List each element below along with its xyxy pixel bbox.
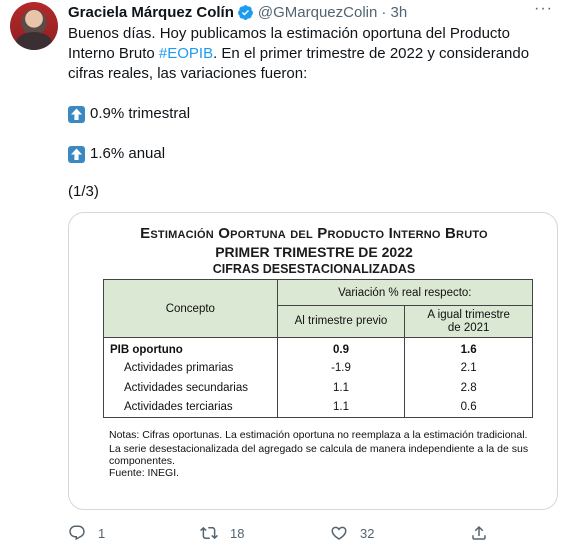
author-handle[interactable]: @GMarquezColin bbox=[258, 4, 377, 21]
table-row: Actividades terciarias 1.1 0.6 bbox=[103, 397, 533, 418]
row-trimestral: 1.1 bbox=[276, 377, 406, 398]
row-concepto: Actividades primarias bbox=[103, 357, 278, 378]
reply-icon bbox=[69, 525, 85, 541]
image-title: Estimación Oportuna del Producto Interno… bbox=[140, 225, 488, 242]
more-options-icon[interactable]: ··· bbox=[534, 0, 553, 18]
image-subtitle-series: CIFRAS DESESTACIONALIZADAS bbox=[212, 262, 416, 276]
table-row: Actividades secundarias 1.1 2.8 bbox=[103, 377, 533, 398]
header-igual-trimestre: A igual trimestre de 2021 bbox=[404, 305, 533, 338]
up-arrow-emoji-icon bbox=[68, 105, 85, 123]
retweet-count: 18 bbox=[230, 525, 245, 541]
tweet-line-quarterly-text: 0.9% trimestral bbox=[90, 105, 191, 122]
note-source: Fuente: INEGI. bbox=[109, 467, 180, 479]
reply-count: 1 bbox=[98, 525, 106, 541]
row-anual: 2.8 bbox=[404, 377, 533, 398]
tweet[interactable]: Graciela Márquez Colín @GMarquezColin · … bbox=[0, 0, 565, 552]
row-anual: 2.1 bbox=[404, 357, 533, 378]
header-igual-trimestre-line2: de 2021 bbox=[447, 321, 490, 334]
up-arrow-emoji-icon bbox=[68, 145, 85, 163]
verified-badge-icon bbox=[237, 4, 253, 20]
attached-image[interactable]: Estimación Oportuna del Producto Interno… bbox=[68, 212, 558, 510]
table-row: PIB oportuno 0.9 1.6 bbox=[103, 337, 533, 358]
tweet-timestamp[interactable]: · 3h bbox=[381, 4, 407, 21]
tweet-actions: 1 18 32 bbox=[68, 524, 498, 546]
table-row: Actividades primarias -1.9 2.1 bbox=[103, 357, 533, 378]
tweet-text: Buenos días. Hoy publicamos la estimació… bbox=[68, 24, 558, 84]
gdp-table: Concepto Variación % real respecto: Al t… bbox=[103, 279, 534, 418]
like-count: 32 bbox=[360, 525, 375, 541]
share-button[interactable] bbox=[470, 524, 488, 542]
header-variacion: Variación % real respecto: bbox=[276, 279, 534, 306]
tweet-header: Graciela Márquez Colín @GMarquezColin · … bbox=[68, 2, 407, 22]
header-igual-trimestre-line1: A igual trimestre bbox=[427, 308, 510, 321]
row-anual: 0.6 bbox=[404, 397, 533, 418]
tweet-line-annual: 1.6% anual bbox=[68, 144, 165, 164]
header-concepto: Concepto bbox=[103, 279, 278, 338]
avatar[interactable] bbox=[10, 2, 58, 50]
retweet-button[interactable]: 18 bbox=[200, 524, 244, 542]
hashtag-link[interactable]: #EOPIB bbox=[159, 45, 213, 62]
row-concepto: Actividades terciarias bbox=[103, 397, 278, 418]
retweet-icon bbox=[200, 526, 218, 540]
note-2: La serie desestacionalizada del agregado… bbox=[109, 443, 529, 467]
reply-button[interactable]: 1 bbox=[68, 524, 105, 542]
table-notes: Notas: Cifras oportunas. La estimación o… bbox=[109, 429, 539, 479]
note-1: Notas: Cifras oportunas. La estimación o… bbox=[109, 429, 528, 441]
row-concepto: Actividades secundarias bbox=[103, 377, 278, 398]
author-name[interactable]: Graciela Márquez Colín bbox=[68, 4, 234, 21]
image-subtitle-period: PRIMER TRIMESTRE DE 2022 bbox=[215, 244, 413, 260]
tweet-line-quarterly: 0.9% trimestral bbox=[68, 104, 190, 124]
like-button[interactable]: 32 bbox=[330, 524, 374, 542]
row-concepto: PIB oportuno bbox=[103, 337, 278, 358]
thread-marker: (1/3) bbox=[68, 183, 99, 200]
header-trimestre-previo: Al trimestre previo bbox=[276, 305, 406, 338]
row-trimestral: -1.9 bbox=[276, 357, 406, 378]
row-trimestral: 0.9 bbox=[276, 337, 406, 358]
row-trimestral: 1.1 bbox=[276, 397, 406, 418]
row-anual: 1.6 bbox=[404, 337, 533, 358]
heart-icon bbox=[331, 526, 347, 540]
share-icon bbox=[472, 525, 486, 540]
tweet-line-annual-text: 1.6% anual bbox=[90, 145, 166, 162]
